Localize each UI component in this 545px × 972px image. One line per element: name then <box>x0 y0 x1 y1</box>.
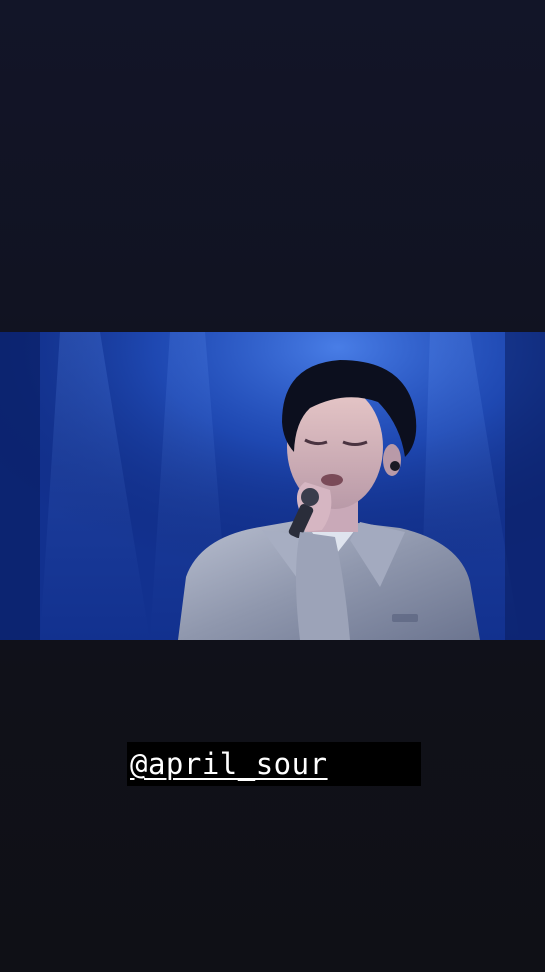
mention-sticker[interactable]: @april_sour <box>127 742 421 786</box>
singer-image <box>0 332 545 640</box>
mention-username[interactable]: @april_sour <box>130 747 328 781</box>
story-screen: @april_sour <box>0 0 545 972</box>
concert-video[interactable] <box>0 332 545 640</box>
